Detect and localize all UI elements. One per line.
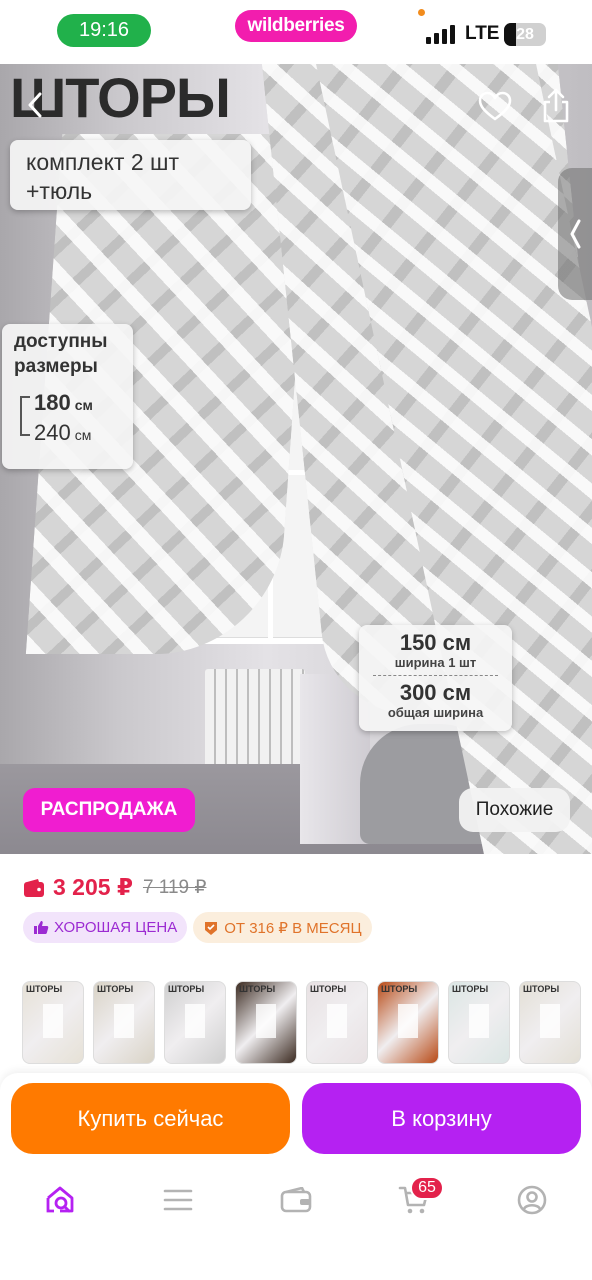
share-icon[interactable] (540, 88, 572, 124)
tab-bar (0, 1163, 592, 1280)
signal-icon (426, 25, 455, 44)
width-1-label: ширина 1 шт (394, 655, 477, 671)
installment-label: ОТ 316 ₽ В МЕСЯЦ (224, 919, 362, 937)
good-price-label: ХОРОШАЯ ЦЕНА (54, 919, 178, 936)
wallet-tab-icon (280, 1187, 312, 1213)
old-price: 7 119 ₽ (142, 877, 207, 898)
sizes-bracket (20, 396, 30, 436)
recording-dot-icon (418, 9, 425, 16)
kit-line-1: комплект 2 шт (26, 149, 180, 175)
thumb-title: ШТОРЫ (97, 984, 134, 994)
thumb-title: ШТОРЫ (452, 984, 489, 994)
wallet-icon (24, 878, 44, 897)
sizes-card: доступны размеры 180 см 240 см (2, 324, 133, 469)
size-option-180: 180 см (34, 390, 93, 416)
sale-badge: РАСПРОДАЖА (23, 788, 195, 832)
color-variant-thumb[interactable]: ШТОРЫ (448, 981, 510, 1064)
sizes-title-line-2: размеры (14, 355, 98, 377)
time: 19:16 (57, 14, 151, 47)
add-to-cart-button[interactable]: В корзину (302, 1083, 581, 1154)
kit-line-2: +тюль (26, 177, 93, 204)
thumb-title: ШТОРЫ (310, 984, 347, 994)
size-2-value: 240 (34, 420, 71, 445)
thumb-window (327, 1004, 347, 1038)
dimensions-divider (373, 675, 498, 677)
thumb-window (256, 1004, 276, 1038)
price-chips: ХОРОШАЯ ЦЕНА ОТ 316 ₽ В МЕСЯЦ (23, 912, 372, 943)
tab-wallet[interactable] (276, 1182, 316, 1218)
thumb-window (114, 1004, 134, 1038)
tab-home[interactable] (40, 1182, 80, 1218)
kit-label: комплект 2 шт +тюль (10, 140, 251, 210)
profile-icon (517, 1185, 547, 1215)
tab-catalog[interactable] (158, 1182, 198, 1218)
thumb-window (398, 1004, 418, 1038)
thumb-title: ШТОРЫ (523, 984, 560, 994)
battery-icon: 28 (504, 23, 546, 46)
width-total-label: общая ширина (387, 705, 484, 721)
thumbs-up-icon (34, 921, 49, 934)
color-variant-thumb[interactable]: ШТОРЫ (519, 981, 581, 1064)
thumb-title: ШТОРЫ (26, 984, 63, 994)
color-variant-thumb[interactable]: ШТОРЫ (22, 981, 84, 1064)
thumb-window (469, 1004, 489, 1038)
thumb-title: ШТОРЫ (381, 984, 418, 994)
size-1-unit: см (74, 397, 93, 413)
width-1-value: 150 см (399, 630, 472, 655)
sizes-title-line-1: доступны (14, 331, 108, 352)
favorite-heart-icon[interactable] (478, 90, 512, 124)
brand-pill: wildberries (235, 10, 357, 42)
size-2-unit: см (74, 427, 92, 443)
similar-button[interactable]: Похожие (459, 788, 570, 832)
menu-icon (163, 1189, 193, 1211)
color-variant-thumb[interactable]: ШТОРЫ (377, 981, 439, 1064)
battery-level: 28 (516, 25, 534, 43)
buy-now-button[interactable]: Купить сейчас (11, 1083, 290, 1154)
size-1-value: 180 (34, 390, 71, 415)
dimensions-card: 150 см ширина 1 шт 300 см общая ширина (359, 625, 512, 731)
color-variant-thumb[interactable]: ШТОРЫ (164, 981, 226, 1064)
tab-profile[interactable] (512, 1182, 552, 1218)
cart-count-badge: 65 (410, 1176, 444, 1200)
width-total-value: 300 см (399, 680, 472, 706)
good-price-chip[interactable]: ХОРОШАЯ ЦЕНА (23, 912, 188, 943)
color-variant-thumb[interactable]: ШТОРЫ (93, 981, 155, 1064)
thumb-title: ШТОРЫ (239, 984, 276, 994)
price-row: 3 205 ₽ 7 119 ₽ (23, 874, 206, 901)
back-icon[interactable] (20, 90, 50, 120)
network-type: LTE (465, 23, 500, 44)
installment-chip[interactable]: ОТ 316 ₽ В МЕСЯЦ (193, 912, 372, 943)
thumb-window (43, 1004, 63, 1038)
thumb-title: ШТОРЫ (168, 984, 205, 994)
color-variant-thumb[interactable]: ШТОРЫ (306, 981, 368, 1064)
color-variant-thumb[interactable]: ШТОРЫ (235, 981, 297, 1064)
thumb-window (540, 1004, 560, 1038)
product-image[interactable]: ШТОРЫ комплект 2 шт +тюль доступны разме… (0, 64, 592, 854)
current-price: 3 205 ₽ (53, 874, 133, 900)
side-panel-handle[interactable] (558, 168, 592, 300)
status-bar: 19:16 wildberries LTE 28 (0, 0, 592, 64)
installment-icon (205, 921, 218, 935)
home-search-icon (46, 1186, 74, 1213)
color-variants: ШТОРЫ ШТОРЫ ШТОРЫ ШТОРЫ ШТОРЫ ШТОРЫ ШТОРЫ ШТОРЫ (22, 981, 581, 1064)
size-option-240: 240 см (34, 420, 91, 446)
thumb-window (185, 1004, 205, 1038)
